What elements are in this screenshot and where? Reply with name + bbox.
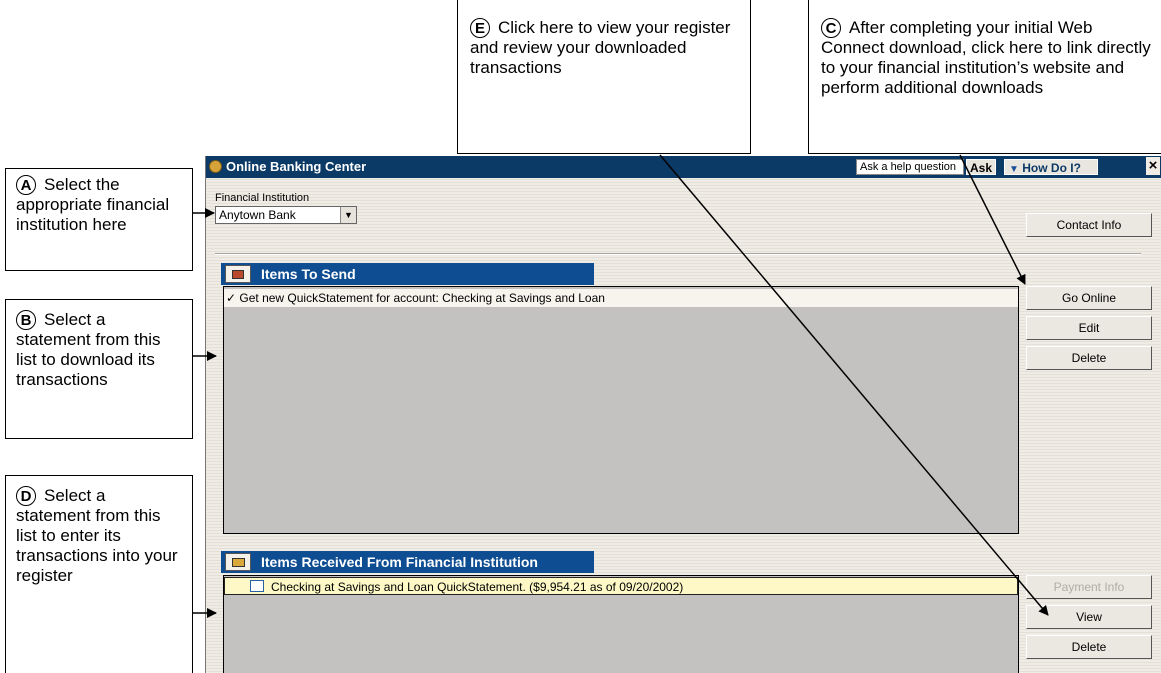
- contact-info-button[interactable]: Contact Info: [1026, 213, 1152, 237]
- items-received-title: Items Received From Financial Institutio…: [261, 554, 538, 570]
- window-title: Online Banking Center: [226, 159, 367, 174]
- callout-b-text: Select a statement from this list to dow…: [16, 310, 161, 389]
- items-received-list[interactable]: Checking at Savings and Loan QuickStatem…: [223, 575, 1019, 673]
- outbox-icon: [225, 265, 251, 283]
- dropdown-arrow-icon[interactable]: ▼: [340, 207, 356, 223]
- callout-letter-e: E: [470, 18, 490, 38]
- fi-select[interactable]: Anytown Bank ▼: [215, 206, 357, 224]
- list-item-label: Checking at Savings and Loan QuickStatem…: [271, 580, 684, 594]
- callout-a: A Select the appropriate financial instit…: [5, 168, 193, 271]
- chevron-down-icon: ▼: [1009, 164, 1019, 175]
- fi-select-value: Anytown Bank: [219, 208, 296, 222]
- callout-letter-b: B: [16, 310, 36, 330]
- callout-letter-a: A: [16, 175, 36, 195]
- callout-d: D Select a statement from this list to en…: [5, 475, 193, 673]
- items-to-send-list[interactable]: ✓ Get new QuickStatement for account: Ch…: [223, 286, 1019, 534]
- go-online-button[interactable]: Go Online: [1026, 286, 1152, 310]
- items-to-send-title: Items To Send: [261, 266, 356, 282]
- title-bar: Online Banking Center Ask a help questio…: [206, 156, 1161, 178]
- list-item[interactable]: ✓ Get new QuickStatement for account: Ch…: [224, 289, 1018, 307]
- delete-send-button[interactable]: Delete: [1026, 346, 1152, 370]
- callout-letter-c: C: [821, 18, 841, 38]
- help-question-input[interactable]: Ask a help question: [856, 159, 964, 175]
- callout-b: B Select a statement from this list to do…: [5, 299, 193, 439]
- close-icon[interactable]: ×: [1146, 157, 1160, 175]
- list-item[interactable]: Checking at Savings and Loan QuickStatem…: [224, 577, 1018, 595]
- callout-e-text: Click here to view your register and rev…: [470, 18, 731, 77]
- callout-d-text: Select a statement from this list to ent…: [16, 486, 178, 585]
- edit-button[interactable]: Edit: [1026, 316, 1152, 340]
- fi-label: Financial Institution: [215, 192, 310, 204]
- callout-c-text: After completing your initial Web Connec…: [821, 18, 1151, 97]
- callout-a-text: Select the appropriate financial institu…: [16, 175, 170, 234]
- how-do-i-label: How Do I?: [1022, 161, 1081, 175]
- items-received-header: Items Received From Financial Institutio…: [221, 551, 594, 573]
- items-to-send-header: Items To Send: [221, 263, 594, 285]
- inbox-icon: [225, 553, 251, 571]
- callout-e: E Click here to view your register and re…: [457, 0, 751, 154]
- divider: [215, 253, 1141, 255]
- callout-c: C After completing your initial Web Conne…: [808, 0, 1161, 154]
- delete-received-button[interactable]: Delete: [1026, 635, 1152, 659]
- how-do-i-button[interactable]: ▼ How Do I?: [1004, 159, 1098, 175]
- app-icon: [209, 160, 222, 173]
- callout-letter-d: D: [16, 486, 36, 506]
- payment-info-button[interactable]: Payment Info: [1026, 575, 1152, 599]
- ask-button[interactable]: Ask: [966, 159, 996, 175]
- statement-icon: [250, 580, 264, 592]
- view-button[interactable]: View: [1026, 605, 1152, 629]
- online-banking-window: Online Banking Center Ask a help questio…: [205, 156, 1161, 673]
